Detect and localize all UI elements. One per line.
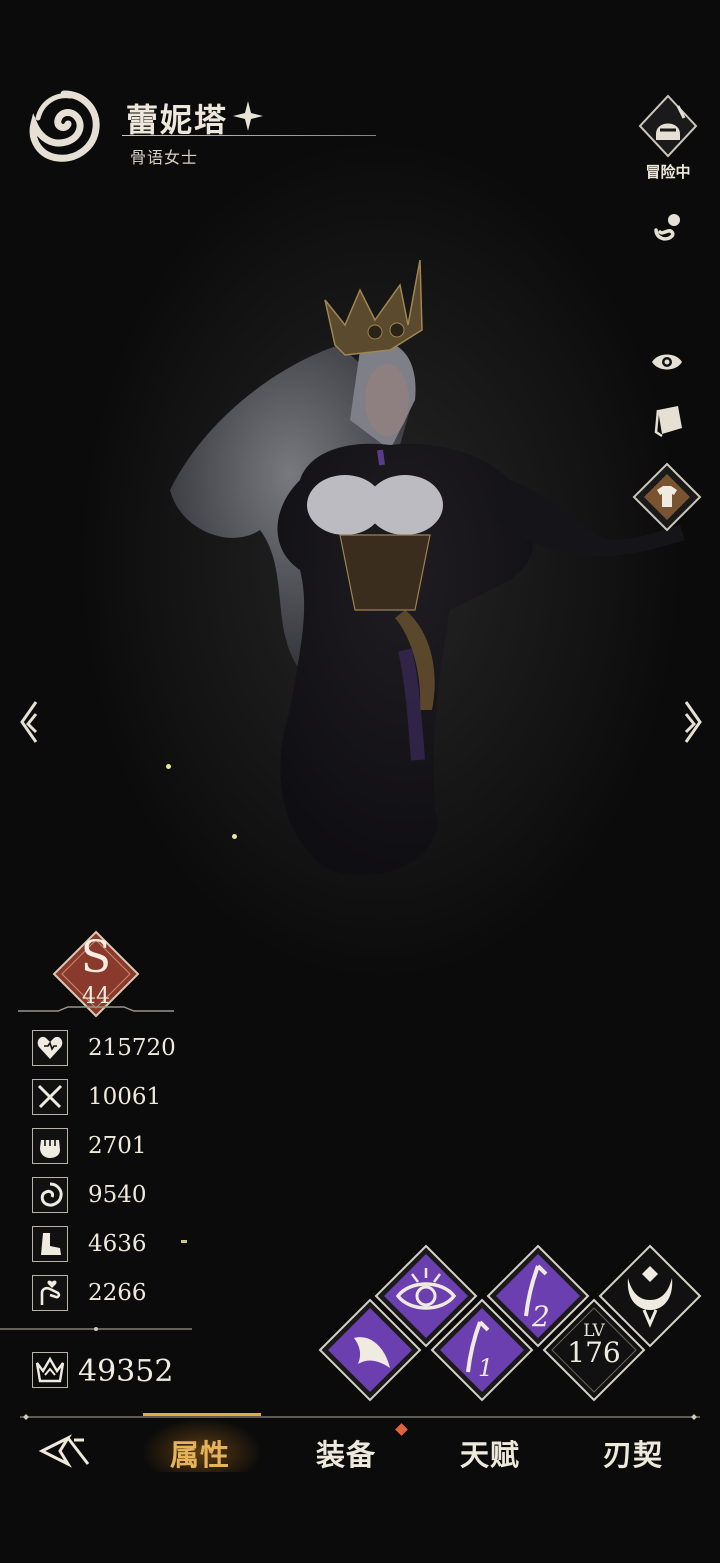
swords-icon	[32, 1079, 68, 1115]
boot-icon	[32, 1226, 68, 1262]
stat-attack: 10061	[32, 1077, 232, 1117]
stats-divider	[0, 1327, 192, 1331]
character-model	[170, 259, 685, 876]
faction-swirl-logo	[29, 90, 100, 162]
hand-heart-icon	[32, 1275, 68, 1311]
stat-value: 4636	[88, 1231, 147, 1257]
previous-hero-arrow[interactable]	[16, 700, 44, 744]
stat-healing: 2266	[32, 1273, 232, 1313]
stat-magic: 9540	[32, 1175, 232, 1215]
back-button[interactable]	[38, 1432, 92, 1470]
nav-divider	[20, 1414, 700, 1420]
eye-icon[interactable]	[650, 348, 684, 376]
stat-value: 9540	[88, 1182, 147, 1208]
stat-value: 215720	[88, 1035, 176, 1061]
pacifier-icon[interactable]	[650, 210, 686, 246]
swirl-icon	[32, 1177, 68, 1213]
next-hero-arrow[interactable]	[678, 700, 706, 744]
stat-speed: 4636	[32, 1224, 232, 1264]
class-emblem-button[interactable]	[598, 1244, 702, 1348]
book-icon[interactable]	[650, 404, 686, 440]
name-underline	[122, 135, 376, 136]
rank-letter: S	[80, 932, 112, 983]
tab-blade-pact[interactable]: 刃契	[603, 1432, 663, 1474]
sparkle	[232, 834, 237, 839]
combat-power-value: 49352	[78, 1354, 174, 1389]
tab-attributes[interactable]: 属性	[170, 1432, 230, 1474]
active-tab-indicator	[143, 1413, 261, 1416]
tab-talents[interactable]: 天赋	[460, 1432, 520, 1474]
stat-value: 2701	[88, 1133, 147, 1159]
fist-icon	[32, 1128, 68, 1164]
star-icon	[233, 101, 263, 131]
rank-ornament	[18, 1006, 174, 1012]
outfit-button[interactable]	[632, 462, 702, 532]
stat-health: 215720	[32, 1028, 232, 1068]
sparkle	[166, 764, 171, 769]
stat-value: 10061	[88, 1084, 162, 1110]
heart-icon	[32, 1030, 68, 1066]
hero-title: 骨语女士	[130, 148, 199, 167]
stat-strength: 2701	[32, 1126, 232, 1166]
crown-emblem-icon	[32, 1352, 68, 1388]
tab-equipment[interactable]: 装备	[316, 1432, 376, 1474]
stat-value: 2266	[88, 1280, 147, 1306]
adventure-status-label: 冒险中	[645, 163, 691, 181]
skill-1-number: 1	[478, 1354, 494, 1382]
